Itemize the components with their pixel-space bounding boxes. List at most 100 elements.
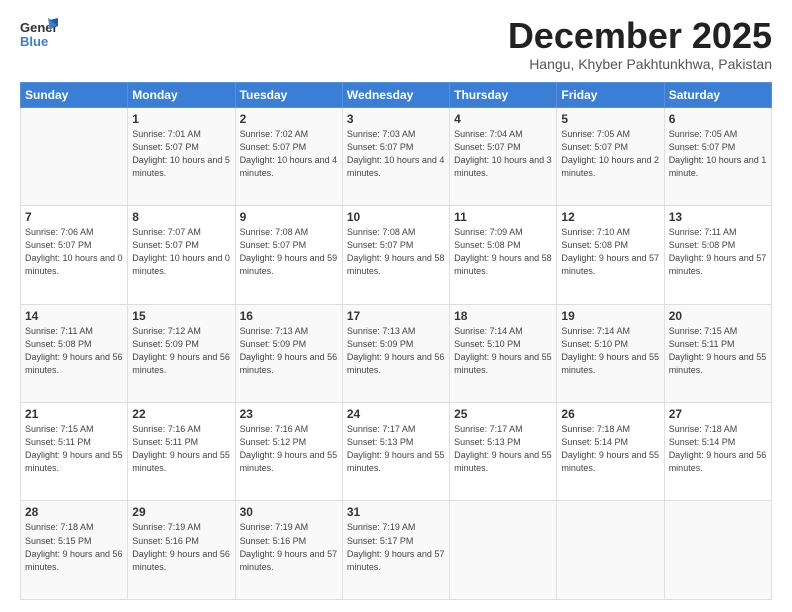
calendar-cell: 17 Sunrise: 7:13 AMSunset: 5:09 PMDayligh… (342, 304, 449, 402)
day-number: 5 (561, 112, 659, 126)
month-title: December 2025 (508, 16, 772, 56)
cell-info: Sunrise: 7:14 AMSunset: 5:10 PMDaylight:… (561, 326, 659, 375)
header-sunday: Sunday (21, 82, 128, 107)
cell-info: Sunrise: 7:09 AMSunset: 5:08 PMDaylight:… (454, 227, 552, 276)
calendar-week-0: 1Sunrise: 7:01 AMSunset: 5:07 PMDaylight… (21, 107, 772, 205)
day-number: 7 (25, 210, 123, 224)
day-number: 12 (561, 210, 659, 224)
calendar-cell: 24 Sunrise: 7:17 AMSunset: 5:13 PMDayligh… (342, 403, 449, 501)
day-number: 24 (347, 407, 445, 421)
location: Hangu, Khyber Pakhtunkhwa, Pakistan (508, 56, 772, 72)
day-number: 22 (132, 407, 230, 421)
day-number: 31 (347, 505, 445, 519)
calendar-cell: 5 Sunrise: 7:05 AMSunset: 5:07 PMDaylight… (557, 107, 664, 205)
day-number: 30 (240, 505, 338, 519)
cell-info: Sunrise: 7:13 AMSunset: 5:09 PMDaylight:… (347, 326, 445, 375)
day-number: 8 (132, 210, 230, 224)
day-number: 2 (240, 112, 338, 126)
cell-info: Sunrise: 7:18 AMSunset: 5:14 PMDaylight:… (561, 424, 659, 473)
calendar-cell: 25 Sunrise: 7:17 AMSunset: 5:13 PMDayligh… (450, 403, 557, 501)
cell-info: Sunrise: 7:17 AMSunset: 5:13 PMDaylight:… (454, 424, 552, 473)
day-number: 1 (132, 112, 230, 126)
cell-info: Sunrise: 7:19 AMSunset: 5:16 PMDaylight:… (240, 522, 338, 571)
header-saturday: Saturday (664, 82, 771, 107)
day-number: 9 (240, 210, 338, 224)
cell-info: Sunrise: 7:18 AMSunset: 5:14 PMDaylight:… (669, 424, 767, 473)
calendar-cell: 30 Sunrise: 7:19 AMSunset: 5:16 PMDayligh… (235, 501, 342, 600)
calendar-cell: 15Sunrise: 7:12 AMSunset: 5:09 PMDayligh… (128, 304, 235, 402)
calendar-cell: 16Sunrise: 7:13 AMSunset: 5:09 PMDayligh… (235, 304, 342, 402)
day-number: 11 (454, 210, 552, 224)
cell-info: Sunrise: 7:05 AMSunset: 5:07 PMDaylight:… (669, 129, 767, 178)
day-number: 21 (25, 407, 123, 421)
day-number: 17 (347, 309, 445, 323)
logo: General Blue (20, 16, 62, 54)
day-number: 14 (25, 309, 123, 323)
calendar-cell: 31 Sunrise: 7:19 AMSunset: 5:17 PMDayligh… (342, 501, 449, 600)
cell-info: Sunrise: 7:03 AMSunset: 5:07 PMDaylight:… (347, 129, 445, 178)
svg-text:Blue: Blue (20, 34, 48, 49)
cell-info: Sunrise: 7:05 AMSunset: 5:07 PMDaylight:… (561, 129, 659, 178)
header-wednesday: Wednesday (342, 82, 449, 107)
cell-info: Sunrise: 7:08 AMSunset: 5:07 PMDaylight:… (347, 227, 445, 276)
cell-info: Sunrise: 7:16 AMSunset: 5:11 PMDaylight:… (132, 424, 230, 473)
calendar-cell: 28 Sunrise: 7:18 AMSunset: 5:15 PMDayligh… (21, 501, 128, 600)
day-number: 26 (561, 407, 659, 421)
logo-icon: General Blue (20, 16, 58, 54)
calendar-cell: 6 Sunrise: 7:05 AMSunset: 5:07 PMDaylight… (664, 107, 771, 205)
calendar-table: Sunday Monday Tuesday Wednesday Thursday… (20, 82, 772, 600)
day-number: 3 (347, 112, 445, 126)
calendar-cell: 4Sunrise: 7:04 AMSunset: 5:07 PMDaylight… (450, 107, 557, 205)
calendar-cell: 14 Sunrise: 7:11 AMSunset: 5:08 PMDayligh… (21, 304, 128, 402)
header-row: Sunday Monday Tuesday Wednesday Thursday… (21, 82, 772, 107)
header-friday: Friday (557, 82, 664, 107)
calendar-cell: 29Sunrise: 7:19 AMSunset: 5:16 PMDayligh… (128, 501, 235, 600)
day-number: 10 (347, 210, 445, 224)
cell-info: Sunrise: 7:14 AMSunset: 5:10 PMDaylight:… (454, 326, 552, 375)
calendar-cell: 27Sunrise: 7:18 AMSunset: 5:14 PMDayligh… (664, 403, 771, 501)
calendar-cell: 22 Sunrise: 7:16 AMSunset: 5:11 PMDayligh… (128, 403, 235, 501)
cell-info: Sunrise: 7:16 AMSunset: 5:12 PMDaylight:… (240, 424, 338, 473)
cell-info: Sunrise: 7:11 AMSunset: 5:08 PMDaylight:… (25, 326, 123, 375)
cell-info: Sunrise: 7:10 AMSunset: 5:08 PMDaylight:… (561, 227, 659, 276)
calendar-cell (450, 501, 557, 600)
header-monday: Monday (128, 82, 235, 107)
cell-info: Sunrise: 7:19 AMSunset: 5:17 PMDaylight:… (347, 522, 445, 571)
calendar-cell: 26 Sunrise: 7:18 AMSunset: 5:14 PMDayligh… (557, 403, 664, 501)
calendar-cell (557, 501, 664, 600)
calendar-cell: 20 Sunrise: 7:15 AMSunset: 5:11 PMDayligh… (664, 304, 771, 402)
cell-info: Sunrise: 7:17 AMSunset: 5:13 PMDaylight:… (347, 424, 445, 473)
calendar-cell: 3 Sunrise: 7:03 AMSunset: 5:07 PMDaylight… (342, 107, 449, 205)
cell-info: Sunrise: 7:15 AMSunset: 5:11 PMDaylight:… (669, 326, 767, 375)
cell-info: Sunrise: 7:15 AMSunset: 5:11 PMDaylight:… (25, 424, 123, 473)
calendar-cell: 11 Sunrise: 7:09 AMSunset: 5:08 PMDayligh… (450, 206, 557, 304)
calendar-week-4: 28 Sunrise: 7:18 AMSunset: 5:15 PMDayligh… (21, 501, 772, 600)
cell-info: Sunrise: 7:07 AMSunset: 5:07 PMDaylight:… (132, 227, 230, 276)
calendar-cell (664, 501, 771, 600)
calendar-cell: 12 Sunrise: 7:10 AMSunset: 5:08 PMDayligh… (557, 206, 664, 304)
calendar-cell (21, 107, 128, 205)
cell-info: Sunrise: 7:18 AMSunset: 5:15 PMDaylight:… (25, 522, 123, 571)
calendar-cell: 21 Sunrise: 7:15 AMSunset: 5:11 PMDayligh… (21, 403, 128, 501)
day-number: 13 (669, 210, 767, 224)
calendar-week-2: 14 Sunrise: 7:11 AMSunset: 5:08 PMDayligh… (21, 304, 772, 402)
day-number: 28 (25, 505, 123, 519)
calendar-cell: 9 Sunrise: 7:08 AMSunset: 5:07 PMDaylight… (235, 206, 342, 304)
header: General Blue December 2025 Hangu, Khyber… (20, 16, 772, 72)
calendar-cell: 23Sunrise: 7:16 AMSunset: 5:12 PMDayligh… (235, 403, 342, 501)
day-number: 18 (454, 309, 552, 323)
day-number: 20 (669, 309, 767, 323)
calendar-cell: 19 Sunrise: 7:14 AMSunset: 5:10 PMDayligh… (557, 304, 664, 402)
cell-info: Sunrise: 7:08 AMSunset: 5:07 PMDaylight:… (240, 227, 338, 276)
day-number: 16 (240, 309, 338, 323)
cell-info: Sunrise: 7:06 AMSunset: 5:07 PMDaylight:… (25, 227, 123, 276)
calendar-header: Sunday Monday Tuesday Wednesday Thursday… (21, 82, 772, 107)
calendar-cell: 1Sunrise: 7:01 AMSunset: 5:07 PMDaylight… (128, 107, 235, 205)
cell-info: Sunrise: 7:11 AMSunset: 5:08 PMDaylight:… (669, 227, 767, 276)
calendar-body: 1Sunrise: 7:01 AMSunset: 5:07 PMDaylight… (21, 107, 772, 599)
day-number: 25 (454, 407, 552, 421)
cell-info: Sunrise: 7:04 AMSunset: 5:07 PMDaylight:… (454, 129, 552, 178)
day-number: 19 (561, 309, 659, 323)
cell-info: Sunrise: 7:12 AMSunset: 5:09 PMDaylight:… (132, 326, 230, 375)
day-number: 6 (669, 112, 767, 126)
